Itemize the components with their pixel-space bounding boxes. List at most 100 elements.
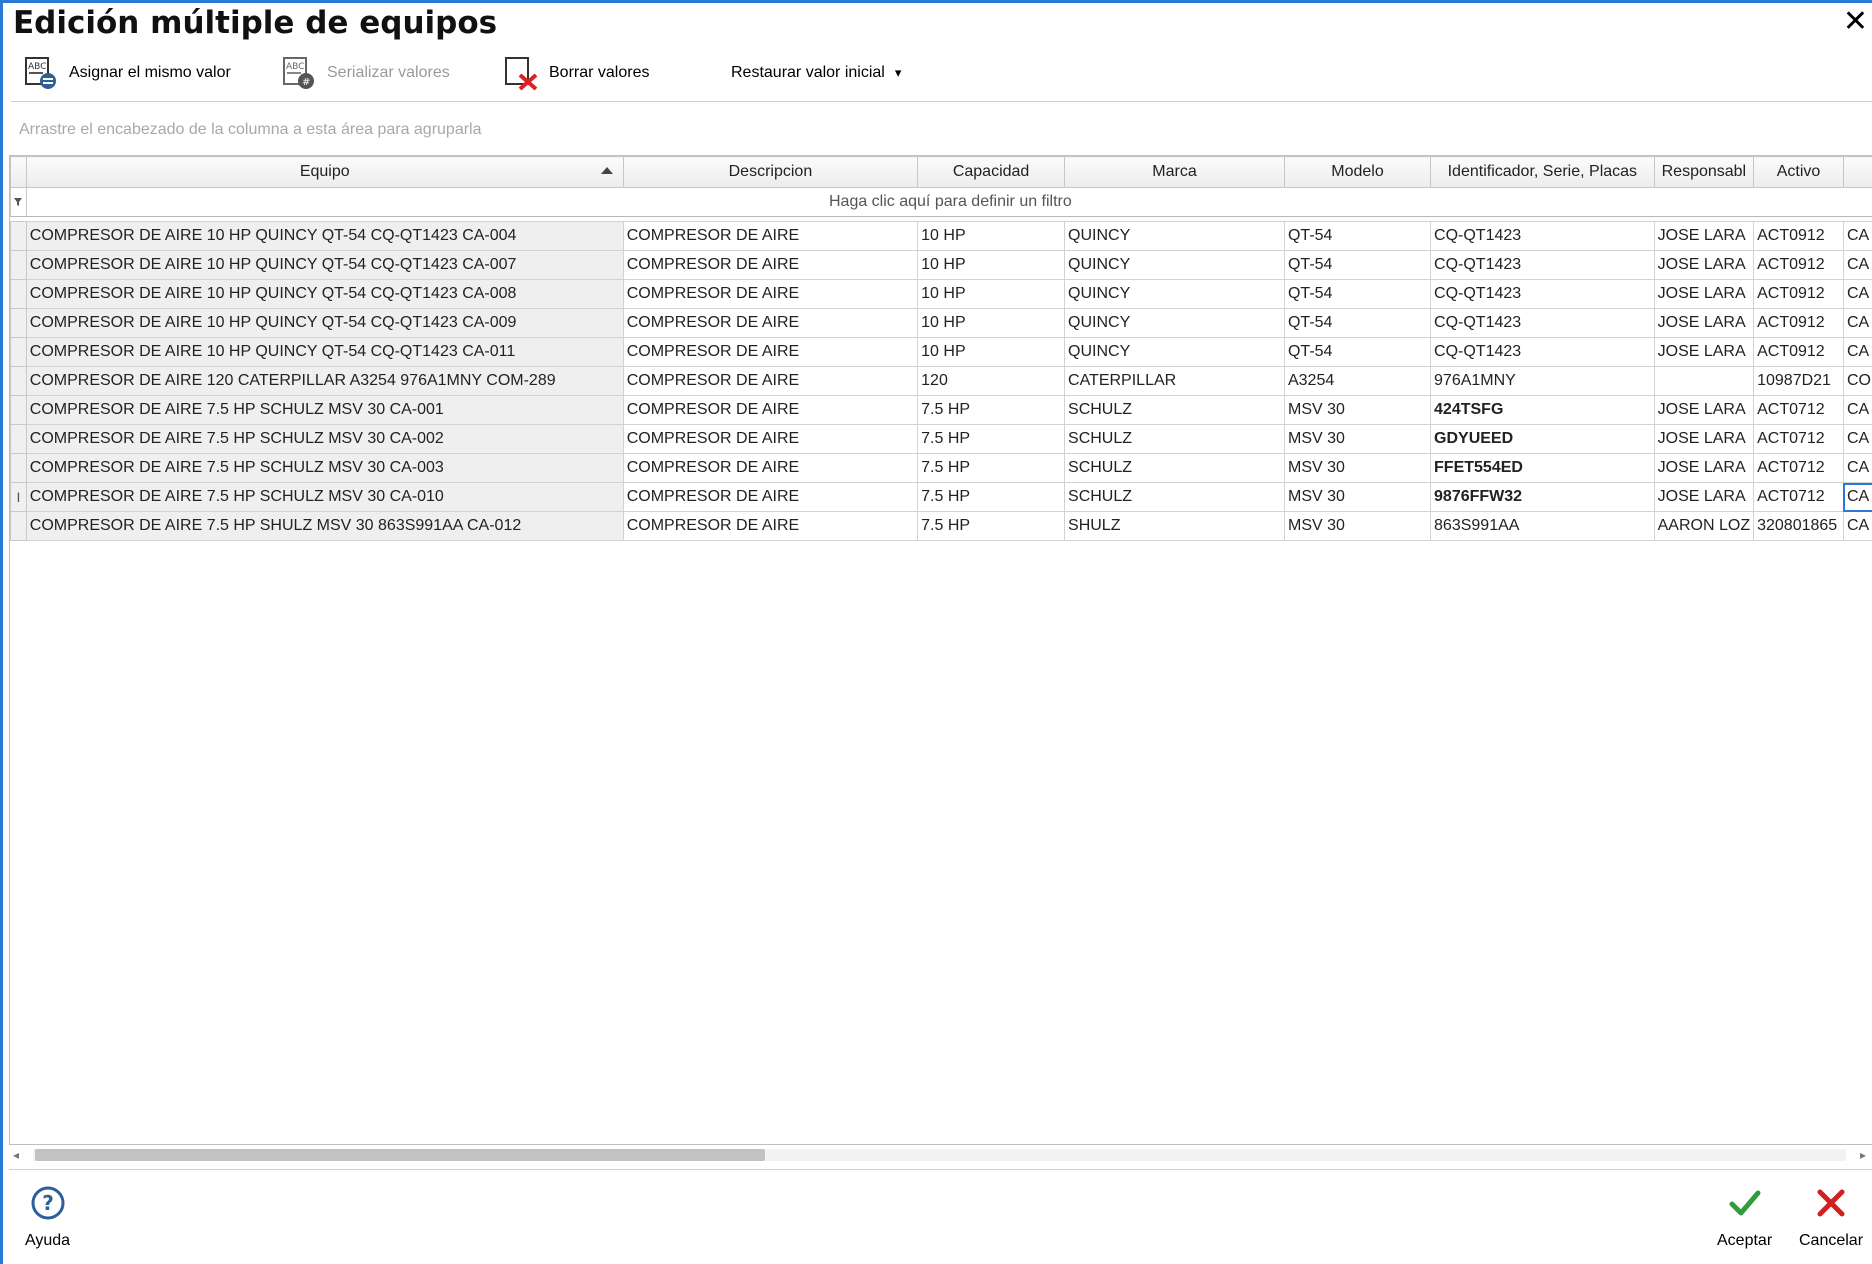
- cell-modelo[interactable]: A3254: [1283, 366, 1432, 396]
- cell-activo[interactable]: ACT0912: [1753, 221, 1844, 251]
- row-indicator[interactable]: [10, 453, 27, 483]
- cell-activo[interactable]: ACT0712: [1753, 482, 1844, 512]
- cell-capacidad[interactable]: 10 HP: [917, 279, 1066, 309]
- cell-identificador[interactable]: GDYUEED: [1430, 424, 1655, 454]
- table-row[interactable]: COMPRESOR DE AIRE 7.5 HP SCHULZ MSV 30 C…: [10, 453, 1872, 483]
- cell-descripcion[interactable]: COMPRESOR DE AIRE: [622, 250, 919, 280]
- table-row[interactable]: COMPRESOR DE AIRE 7.5 HP SHULZ MSV 30 86…: [10, 511, 1872, 541]
- cell-modelo[interactable]: QT-54: [1283, 250, 1432, 280]
- horizontal-scrollbar[interactable]: ◂ ▸: [13, 1145, 1866, 1165]
- cell-activo[interactable]: 10987D21: [1753, 366, 1844, 396]
- cell-marca[interactable]: SCHULZ: [1064, 482, 1285, 512]
- table-row[interactable]: COMPRESOR DE AIRE 10 HP QUINCY QT-54 CQ-…: [10, 308, 1872, 338]
- cell-capacidad[interactable]: 7.5 HP: [917, 453, 1066, 483]
- row-indicator[interactable]: [10, 279, 27, 309]
- table-row[interactable]: I COMPRESOR DE AIRE 7.5 HP SCHULZ MSV 30 …: [10, 482, 1872, 512]
- cell-equipo[interactable]: COMPRESOR DE AIRE 10 HP QUINCY QT-54 CQ-…: [25, 337, 624, 367]
- row-indicator[interactable]: [10, 250, 27, 280]
- cell-descripcion[interactable]: COMPRESOR DE AIRE: [622, 453, 919, 483]
- accept-button[interactable]: Aceptar: [1717, 1185, 1772, 1250]
- cell-responsable[interactable]: JOSE LARA: [1653, 221, 1755, 251]
- scroll-left-icon[interactable]: ◂: [13, 1145, 19, 1165]
- cell-responsable[interactable]: JOSE LARA: [1653, 337, 1755, 367]
- column-header-marca[interactable]: Marca: [1064, 156, 1285, 188]
- cell-descripcion[interactable]: COMPRESOR DE AIRE: [622, 221, 919, 251]
- cell-next[interactable]: CA: [1842, 221, 1872, 251]
- cell-next[interactable]: CA: [1842, 453, 1872, 483]
- scroll-right-icon[interactable]: ▸: [1860, 1145, 1866, 1165]
- cell-descripcion[interactable]: COMPRESOR DE AIRE: [622, 511, 919, 541]
- cell-responsable[interactable]: JOSE LARA: [1653, 453, 1755, 483]
- cell-responsable[interactable]: JOSE LARA: [1653, 482, 1755, 512]
- cell-activo[interactable]: ACT0912: [1753, 308, 1844, 338]
- cell-responsable[interactable]: JOSE LARA: [1653, 395, 1755, 425]
- cell-identificador[interactable]: 976A1MNY: [1430, 366, 1655, 396]
- cell-next[interactable]: CA: [1842, 395, 1872, 425]
- cell-activo[interactable]: ACT0912: [1753, 250, 1844, 280]
- cell-modelo[interactable]: MSV 30: [1283, 511, 1432, 541]
- cell-equipo[interactable]: COMPRESOR DE AIRE 7.5 HP SCHULZ MSV 30 C…: [25, 424, 624, 454]
- table-row[interactable]: COMPRESOR DE AIRE 10 HP QUINCY QT-54 CQ-…: [10, 250, 1872, 280]
- cancel-button[interactable]: Cancelar: [1799, 1185, 1863, 1250]
- cell-identificador[interactable]: 9876FFW32: [1430, 482, 1655, 512]
- column-header-capacidad[interactable]: Capacidad: [917, 156, 1066, 188]
- cell-capacidad[interactable]: 120: [917, 366, 1066, 396]
- cell-marca[interactable]: SCHULZ: [1064, 453, 1285, 483]
- cell-identificador[interactable]: CQ-QT1423: [1430, 250, 1655, 280]
- group-by-area[interactable]: Arrastre el encabezado de la columna a e…: [19, 121, 482, 139]
- column-header-equipo[interactable]: Equipo: [25, 156, 624, 188]
- cell-equipo[interactable]: COMPRESOR DE AIRE 7.5 HP SCHULZ MSV 30 C…: [25, 482, 624, 512]
- cell-capacidad[interactable]: 7.5 HP: [917, 424, 1066, 454]
- cell-next[interactable]: CA: [1842, 308, 1872, 338]
- cell-marca[interactable]: QUINCY: [1064, 308, 1285, 338]
- table-row[interactable]: COMPRESOR DE AIRE 7.5 HP SCHULZ MSV 30 C…: [10, 424, 1872, 454]
- clear-values-button[interactable]: Borrar valores: [503, 55, 649, 91]
- cell-marca[interactable]: QUINCY: [1064, 337, 1285, 367]
- cell-marca[interactable]: QUINCY: [1064, 279, 1285, 309]
- cell-identificador[interactable]: CQ-QT1423: [1430, 308, 1655, 338]
- cell-next[interactable]: CO: [1842, 366, 1872, 396]
- cell-marca[interactable]: QUINCY: [1064, 221, 1285, 251]
- cell-next[interactable]: CA: [1842, 424, 1872, 454]
- cell-capacidad[interactable]: 10 HP: [917, 337, 1066, 367]
- cell-equipo[interactable]: COMPRESOR DE AIRE 10 HP QUINCY QT-54 CQ-…: [25, 221, 624, 251]
- row-indicator[interactable]: [10, 395, 27, 425]
- cell-equipo[interactable]: COMPRESOR DE AIRE 10 HP QUINCY QT-54 CQ-…: [25, 308, 624, 338]
- cell-identificador[interactable]: CQ-QT1423: [1430, 337, 1655, 367]
- cell-responsable[interactable]: JOSE LARA: [1653, 424, 1755, 454]
- cell-capacidad[interactable]: 10 HP: [917, 308, 1066, 338]
- cell-descripcion[interactable]: COMPRESOR DE AIRE: [622, 337, 919, 367]
- cell-responsable[interactable]: AARON LOZ: [1653, 511, 1755, 541]
- cell-identificador[interactable]: CQ-QT1423: [1430, 221, 1655, 251]
- cell-marca[interactable]: QUINCY: [1064, 250, 1285, 280]
- cell-descripcion[interactable]: COMPRESOR DE AIRE: [622, 366, 919, 396]
- column-header-identificador[interactable]: Identificador, Serie, Placas: [1430, 156, 1655, 188]
- cell-activo[interactable]: ACT0712: [1753, 453, 1844, 483]
- cell-modelo[interactable]: QT-54: [1283, 221, 1432, 251]
- cell-equipo[interactable]: COMPRESOR DE AIRE 7.5 HP SCHULZ MSV 30 C…: [25, 395, 624, 425]
- cell-capacidad[interactable]: 7.5 HP: [917, 482, 1066, 512]
- cell-marca[interactable]: CATERPILLAR: [1064, 366, 1285, 396]
- cell-marca[interactable]: SCHULZ: [1064, 424, 1285, 454]
- close-icon[interactable]: ✕: [1843, 7, 1868, 37]
- cell-capacidad[interactable]: 10 HP: [917, 250, 1066, 280]
- cell-marca[interactable]: SCHULZ: [1064, 395, 1285, 425]
- cell-identificador[interactable]: 424TSFG: [1430, 395, 1655, 425]
- filter-hint[interactable]: Haga clic aquí para definir un filtro: [25, 187, 1872, 217]
- row-indicator[interactable]: [10, 511, 27, 541]
- cell-modelo[interactable]: MSV 30: [1283, 482, 1432, 512]
- cell-equipo[interactable]: COMPRESOR DE AIRE 10 HP QUINCY QT-54 CQ-…: [25, 250, 624, 280]
- column-header-activo[interactable]: Activo: [1753, 156, 1844, 188]
- column-header-descripcion[interactable]: Descripcion: [622, 156, 919, 188]
- scrollbar-thumb[interactable]: [35, 1149, 765, 1161]
- row-indicator[interactable]: [10, 424, 27, 454]
- cell-identificador[interactable]: 863S991AA: [1430, 511, 1655, 541]
- table-row[interactable]: COMPRESOR DE AIRE 10 HP QUINCY QT-54 CQ-…: [10, 279, 1872, 309]
- cell-equipo[interactable]: COMPRESOR DE AIRE 120 CATERPILLAR A3254 …: [25, 366, 624, 396]
- cell-capacidad[interactable]: 7.5 HP: [917, 511, 1066, 541]
- cell-responsable[interactable]: [1653, 366, 1755, 396]
- column-header-modelo[interactable]: Modelo: [1283, 156, 1432, 188]
- table-row[interactable]: COMPRESOR DE AIRE 7.5 HP SCHULZ MSV 30 C…: [10, 395, 1872, 425]
- cell-modelo[interactable]: QT-54: [1283, 308, 1432, 338]
- cell-marca[interactable]: SHULZ: [1064, 511, 1285, 541]
